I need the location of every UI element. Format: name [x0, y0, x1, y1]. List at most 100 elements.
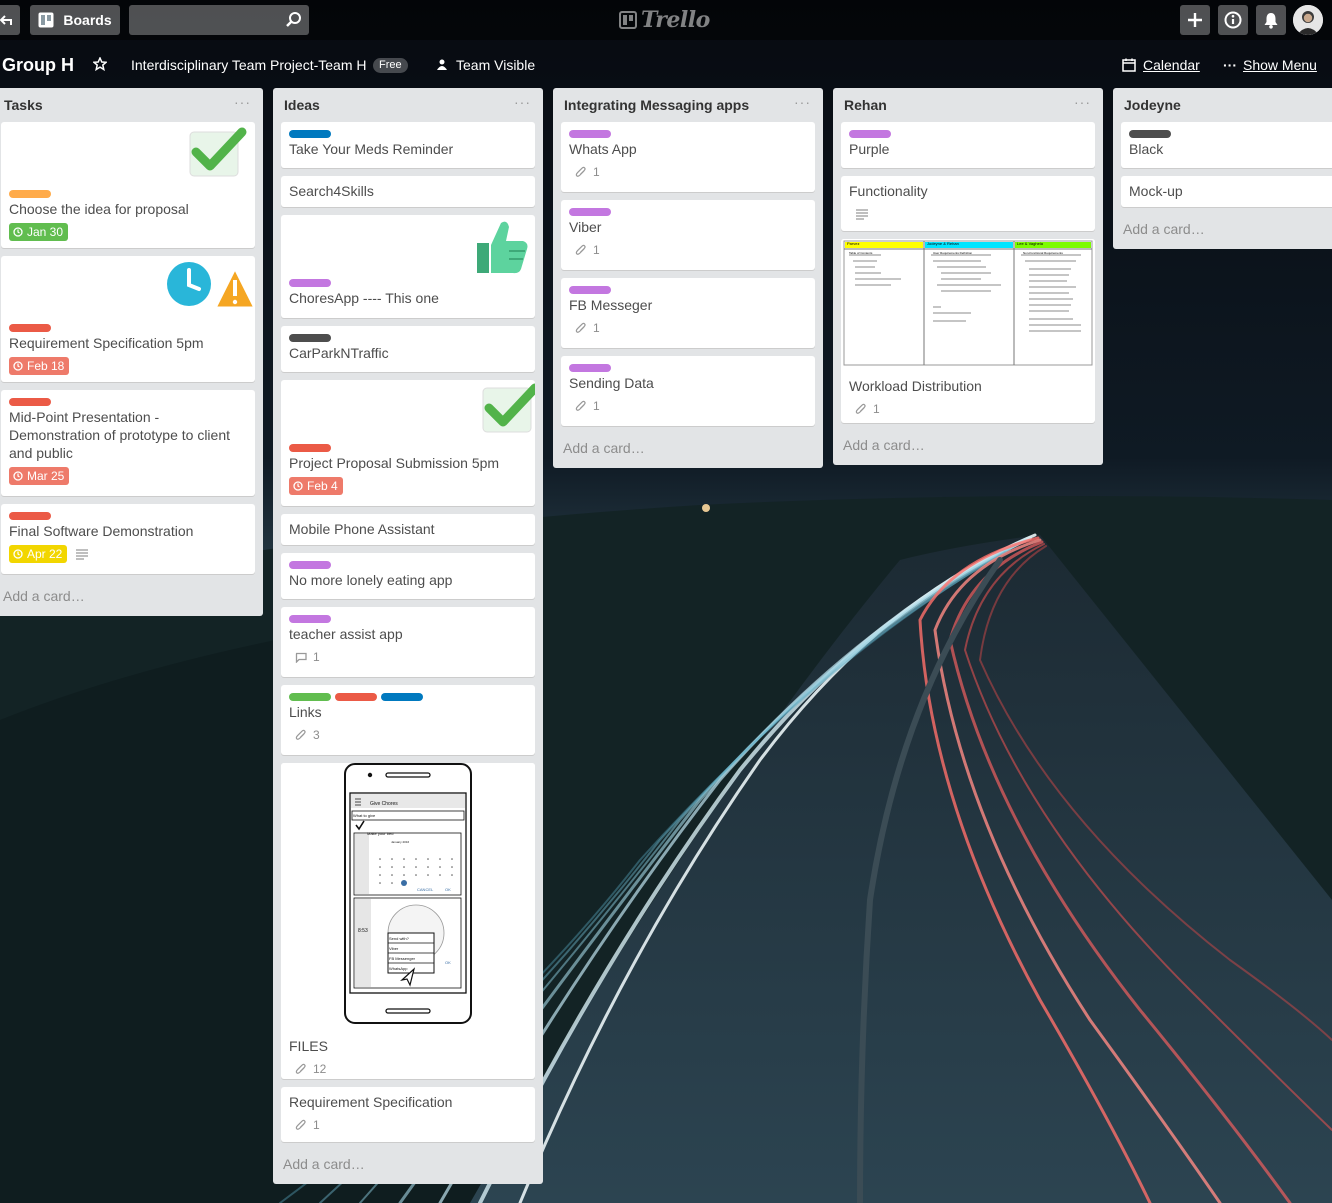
add-card-button[interactable]: Add a card…: [0, 582, 263, 616]
mock-popup-title: Send with?: [389, 936, 409, 941]
card-title: Search4Skills: [289, 183, 374, 199]
list-ideas[interactable]: Ideas ··· Take Your Meds Reminder Search…: [273, 88, 543, 1184]
add-button[interactable]: [1180, 5, 1210, 35]
list-menu-icon[interactable]: ···: [514, 94, 531, 110]
list-jodeyne[interactable]: Jodeyne Black Mock-up Add a card…: [1113, 88, 1332, 249]
check-sticker-icon: [189, 127, 247, 177]
doc-col-1: Parvez: [847, 241, 860, 246]
card-title: Choose the idea for proposal: [9, 201, 189, 217]
label-red: [9, 398, 51, 406]
label-black: [1129, 130, 1171, 138]
list-integrating-messaging-apps[interactable]: Integrating Messaging apps ··· Whats App…: [553, 88, 823, 468]
search-input[interactable]: [129, 5, 279, 35]
list-title[interactable]: Jodeyne: [1124, 97, 1181, 113]
list-header: Rehan ···: [833, 88, 1103, 122]
due-date-text: Apr 22: [27, 547, 63, 561]
card[interactable]: Black: [1121, 122, 1332, 168]
card-cover-image: Parvez Jodeyne & Rehan Lee & Vaghela Tab…: [841, 239, 1095, 369]
trello-logo[interactable]: Trello: [619, 7, 710, 33]
list-rehan[interactable]: Rehan ··· Purple Functionality Parvez Jo…: [833, 88, 1103, 465]
card[interactable]: Project Proposal Submission 5pm Feb 4: [281, 380, 535, 506]
visibility-button[interactable]: Team Visible: [456, 57, 535, 73]
card[interactable]: teacher assist app 1: [281, 607, 535, 677]
card[interactable]: Choose the idea for proposal Jan 30: [1, 122, 255, 248]
card[interactable]: Functionality: [841, 176, 1095, 231]
card[interactable]: Requirement Specification 1: [281, 1087, 535, 1142]
card-title: Workload Distribution: [849, 378, 982, 394]
list-menu-icon[interactable]: ···: [234, 94, 251, 110]
label-green: [289, 693, 331, 701]
team-name-link[interactable]: Interdisciplinary Team Project-Team H: [131, 57, 367, 73]
list-menu-icon[interactable]: ···: [794, 94, 811, 110]
comment-icon: [295, 652, 307, 663]
search-icon[interactable]: [285, 11, 303, 29]
back-button[interactable]: [0, 5, 20, 35]
label-purple: [289, 279, 331, 287]
card[interactable]: Search4Skills: [281, 176, 535, 207]
card-title: No more lonely eating app: [289, 572, 453, 588]
card[interactable]: Take Your Meds Reminder: [281, 122, 535, 168]
card[interactable]: CarParkNTraffic: [281, 326, 535, 372]
due-date-text: Feb 4: [307, 479, 338, 493]
bell-icon: [1264, 13, 1278, 29]
card[interactable]: ChoresApp ---- This one: [281, 215, 535, 318]
avatar[interactable]: [1293, 5, 1323, 35]
label-purple: [289, 615, 331, 623]
card[interactable]: Give Chores What to give Make your bed J…: [281, 763, 535, 1079]
card[interactable]: Parvez Jodeyne & Rehan Lee & Vaghela Tab…: [841, 239, 1095, 423]
add-card-button[interactable]: Add a card…: [273, 1150, 543, 1184]
card-title: Final Software Demonstration: [9, 523, 194, 539]
plus-icon: [1188, 13, 1202, 27]
due-date-badge: Jan 30: [9, 223, 69, 241]
card[interactable]: Whats App 1: [561, 122, 815, 192]
card[interactable]: Final Software Demonstration Apr 22: [1, 504, 255, 574]
info-button[interactable]: [1218, 5, 1248, 35]
attachment-count: 12: [313, 1062, 327, 1076]
list-tasks[interactable]: Tasks ··· Choose the idea for proposal J…: [0, 88, 263, 616]
due-date-text: Mar 25: [27, 469, 65, 483]
doc-row-2: User Requirements Definition: [933, 251, 973, 255]
card[interactable]: Mobile Phone Assistant: [281, 514, 535, 545]
card-title: CarParkNTraffic: [289, 345, 389, 361]
list-title[interactable]: Rehan: [844, 97, 887, 113]
card[interactable]: Mid-Point Presentation - Demonstration o…: [1, 390, 255, 496]
calendar-link[interactable]: Calendar: [1143, 57, 1200, 73]
phone-mockup-icon: [344, 763, 472, 1024]
attachments-badge: 1: [849, 402, 880, 416]
card-title: FILES: [289, 1038, 328, 1054]
notifications-button[interactable]: [1256, 5, 1286, 35]
card-title: Functionality: [849, 183, 928, 199]
mock-calendar-header: January 2016: [391, 840, 410, 844]
card[interactable]: No more lonely eating app: [281, 553, 535, 599]
attachments-badge: 12: [289, 1062, 326, 1076]
card[interactable]: Sending Data 1: [561, 356, 815, 426]
card-title: Purple: [849, 141, 890, 157]
info-icon: [1224, 11, 1242, 29]
card[interactable]: Requirement Specification 5pm Feb 18: [1, 256, 255, 382]
card[interactable]: Links 3: [281, 685, 535, 755]
add-card-button[interactable]: Add a card…: [553, 434, 823, 468]
add-card-button[interactable]: Add a card…: [1113, 215, 1332, 249]
board-title[interactable]: Group H: [2, 55, 74, 76]
mock-ok-2: OK: [445, 960, 451, 965]
attachment-count: 1: [593, 165, 600, 179]
star-icon[interactable]: [93, 57, 107, 71]
card[interactable]: Mock-up: [1121, 176, 1332, 207]
card[interactable]: Purple: [841, 122, 1095, 168]
card[interactable]: Viber 1: [561, 200, 815, 270]
list-title[interactable]: Integrating Messaging apps: [564, 97, 749, 113]
top-bar: Boards Trello: [0, 0, 1332, 40]
card-title: Whats App: [569, 141, 637, 157]
boards-icon: [38, 12, 54, 28]
show-menu-link[interactable]: Show Menu: [1243, 57, 1317, 73]
search-box[interactable]: [129, 5, 309, 35]
list-title[interactable]: Tasks: [4, 97, 43, 113]
add-card-button[interactable]: Add a card…: [833, 431, 1103, 465]
attachments-badge: 3: [289, 728, 320, 742]
list-title[interactable]: Ideas: [284, 97, 320, 113]
team-icon: [437, 59, 447, 70]
list-menu-icon[interactable]: ···: [1074, 94, 1091, 110]
boards-button[interactable]: Boards: [30, 5, 120, 35]
label-red: [9, 512, 51, 520]
card[interactable]: FB Messeger 1: [561, 278, 815, 348]
